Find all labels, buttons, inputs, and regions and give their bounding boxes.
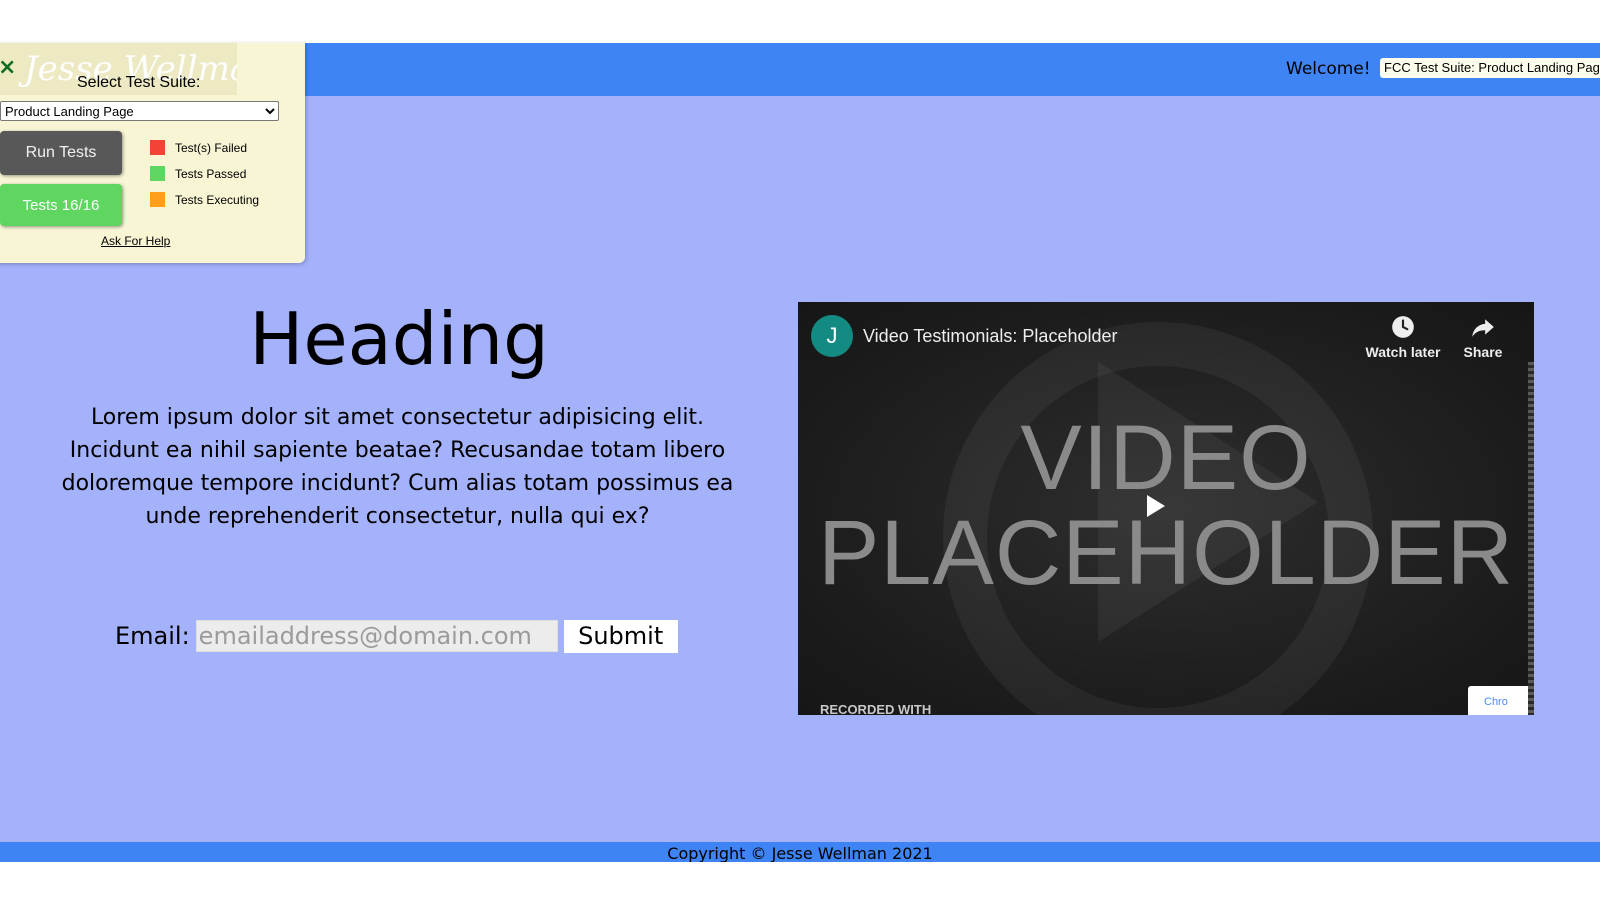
fcc-test-panel: Jesse Wellman × Select Test Suite: Produ…	[0, 43, 305, 263]
intro-paragraph: Lorem ipsum dolor sit amet consectetur a…	[61, 405, 734, 529]
watch-later-button[interactable]: Watch later	[1363, 314, 1443, 360]
copyright-text: Copyright © Jesse Wellman 2021	[667, 844, 933, 862]
test-suite-select[interactable]: Product Landing Page	[0, 101, 279, 121]
close-icon[interactable]: ×	[0, 55, 16, 80]
legend-failed: Test(s) Failed	[150, 140, 247, 155]
tests-result-button[interactable]: Tests 16/16	[0, 184, 122, 226]
share-label: Share	[1463, 344, 1503, 360]
email-form: Email: Submit	[115, 619, 678, 653]
ask-for-help-link[interactable]: Ask For Help	[101, 234, 170, 248]
share-arrow-icon	[1472, 319, 1494, 337]
legend-executing-label: Tests Executing	[175, 192, 260, 207]
passed-swatch	[150, 166, 165, 181]
watch-later-label: Watch later	[1365, 344, 1441, 360]
footer-bar: Copyright © Jesse Wellman 2021	[0, 842, 1600, 862]
chrome-badge-label: Chro	[1484, 696, 1508, 708]
failed-swatch	[150, 140, 165, 155]
email-input[interactable]	[195, 620, 558, 652]
play-icon[interactable]	[1134, 486, 1174, 526]
submit-button[interactable]: Submit	[563, 619, 678, 653]
clock-icon	[1392, 316, 1414, 338]
page: Welcome! FCC Test Suite: Product Landing…	[0, 0, 1600, 900]
legend-failed-label: Test(s) Failed	[175, 140, 248, 155]
channel-avatar[interactable]: J	[811, 315, 853, 357]
video-edge-strip	[1528, 362, 1534, 715]
email-label: Email:	[115, 622, 190, 650]
share-button[interactable]: Share	[1458, 314, 1508, 360]
page-heading: Heading	[249, 297, 549, 381]
executing-swatch	[150, 192, 165, 207]
legend-passed: Tests Passed	[150, 166, 246, 181]
suite-name-label: FCC Test Suite: Product Landing Page	[1380, 58, 1600, 78]
video-embed[interactable]: VIDEO PLACEHOLDER J Video Testimonials: …	[798, 302, 1534, 715]
video-title[interactable]: Video Testimonials: Placeholder	[863, 326, 1118, 347]
welcome-text: Welcome!	[1286, 59, 1371, 79]
legend-passed-label: Tests Passed	[175, 166, 247, 181]
run-tests-button[interactable]: Run Tests	[0, 131, 122, 175]
select-suite-label: Select Test Suite:	[77, 74, 201, 91]
chrome-badge[interactable]: Chro	[1468, 686, 1534, 715]
recorded-with-text: RECORDED WITH	[820, 702, 932, 715]
legend-executing: Tests Executing	[150, 192, 259, 207]
